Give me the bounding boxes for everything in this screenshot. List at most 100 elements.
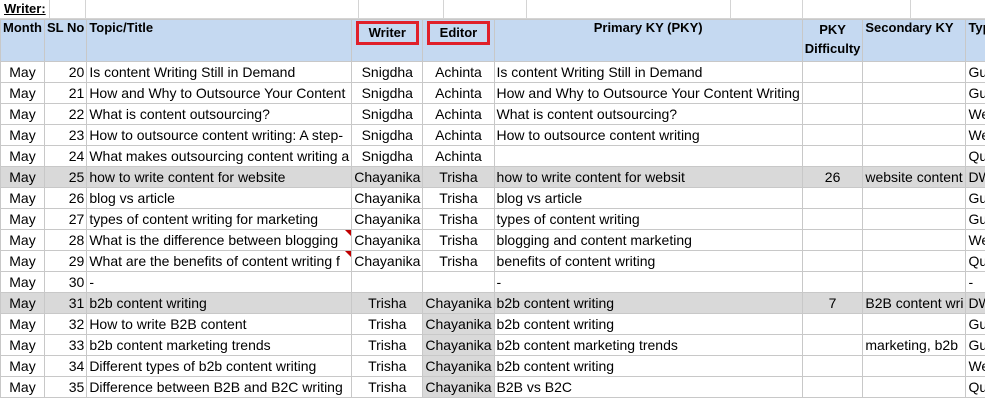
cell-writer[interactable]: Snigdha [351,82,424,104]
header-topic[interactable]: Topic/Title [86,19,353,62]
cell-primary-ky[interactable]: How and Why to Outsource Your Content Wr… [493,82,803,104]
cell-secondary-ky[interactable] [862,82,967,104]
cell-pky-difficulty[interactable] [801,82,864,104]
cell-primary-ky[interactable]: blogging and content marketing [493,229,803,251]
cell-topic[interactable]: b2b content marketing trends [86,334,353,356]
header-writer-cell[interactable]: Writer [351,19,424,62]
cell-sl-no[interactable]: 28 [43,229,88,251]
cell-pky-difficulty[interactable] [801,103,864,125]
header-secondary-ky[interactable]: Secondary KY [862,19,967,62]
cell-type[interactable]: Quora [965,250,985,272]
cell-type[interactable]: Guest Post [965,82,985,104]
cell-primary-ky[interactable] [493,145,803,167]
cell-editor[interactable]: Achinta [422,82,495,104]
cell-pky-difficulty[interactable] [801,376,864,398]
cell-topic[interactable]: What is content outsourcing? [86,103,353,125]
cell-month[interactable]: May [0,103,45,125]
cell-primary-ky[interactable]: b2b content writing [493,355,803,377]
cell-writer[interactable]: Snigdha [351,61,424,83]
cell-month[interactable]: May [0,250,45,272]
cell-type[interactable]: Guest Post [965,187,985,209]
cell-secondary-ky[interactable] [862,376,967,398]
cell-topic[interactable]: How to write B2B content [86,313,353,335]
cell-sl-no[interactable]: 34 [43,355,88,377]
cell-month[interactable]: May [0,355,45,377]
cell-secondary-ky[interactable] [862,208,967,230]
cell-topic[interactable]: blog vs article [86,187,353,209]
cell-sl-no[interactable]: 29 [43,250,88,272]
cell-secondary-ky[interactable] [862,271,967,293]
cell-type[interactable]: Quora [965,145,985,167]
cell-writer[interactable]: Chayanika [351,229,424,251]
header-sl-no[interactable]: SL No [43,19,88,62]
cell-pky-difficulty[interactable] [801,229,864,251]
cell-primary-ky[interactable]: types of content writing [493,208,803,230]
cell-primary-ky[interactable]: b2b content writing [493,292,803,314]
cell-month[interactable]: May [0,292,45,314]
cell-type[interactable]: Guest Post [965,61,985,83]
cell-editor[interactable] [422,271,495,293]
cell-editor[interactable]: Chayanika [422,313,495,335]
cell-writer[interactable]: Trisha [351,292,424,314]
cell-sl-no[interactable]: 32 [43,313,88,335]
cell-month[interactable]: May [0,61,45,83]
cell-sl-no[interactable]: 30 [43,271,88,293]
cell-secondary-ky[interactable] [862,355,967,377]
cell-writer[interactable]: Chayanika [351,250,424,272]
cell-secondary-ky[interactable] [862,103,967,125]
cell-writer[interactable] [351,271,424,293]
cell-month[interactable]: May [0,187,45,209]
header-editor-cell[interactable]: Editor [422,19,495,62]
cell-primary-ky[interactable]: b2b content writing [493,313,803,335]
cell-sl-no[interactable]: 25 [43,166,88,188]
cell-sl-no[interactable]: 23 [43,124,88,146]
cell-topic[interactable]: How to outsource content writing: A step… [86,124,353,146]
cell-writer[interactable]: Snigdha [351,124,424,146]
cell-topic[interactable]: how to write content for website [86,166,353,188]
cell-sl-no[interactable]: 27 [43,208,88,230]
cell-primary-ky[interactable]: b2b content marketing trends [493,334,803,356]
cell-topic[interactable]: What are the benefits of content writing… [86,250,353,272]
cell-sl-no[interactable]: 21 [43,82,88,104]
cell-primary-ky[interactable]: What is content outsourcing? [493,103,803,125]
cell-editor[interactable]: Achinta [422,61,495,83]
cell-writer[interactable]: Trisha [351,355,424,377]
cell-pky-difficulty[interactable] [801,61,864,83]
cell-type[interactable]: Web 2.0 [965,124,985,146]
cell-type[interactable]: Web 2.0 [965,229,985,251]
cell-type[interactable]: Quora [965,376,985,398]
cell-type[interactable]: Guest Post [965,334,985,356]
header-pky-difficulty[interactable]: PKY Difficulty [801,19,864,62]
cell-type[interactable]: Guest Post [965,208,985,230]
cell-writer[interactable]: Snigdha [351,103,424,125]
cell-writer[interactable]: Snigdha [351,145,424,167]
cell-editor[interactable]: Chayanika [422,292,495,314]
cell-secondary-ky[interactable] [862,124,967,146]
cell-primary-ky[interactable]: How to outsource content writing [493,124,803,146]
cell-sl-no[interactable]: 35 [43,376,88,398]
cell-topic[interactable]: What is the difference between blogging [86,229,353,251]
cell-pky-difficulty[interactable] [801,313,864,335]
cell-pky-difficulty[interactable] [801,334,864,356]
cell-month[interactable]: May [0,82,45,104]
cell-editor[interactable]: Trisha [422,229,495,251]
cell-primary-ky[interactable]: B2B vs B2C [493,376,803,398]
cell-month[interactable]: May [0,124,45,146]
cell-sl-no[interactable]: 24 [43,145,88,167]
cell-topic[interactable]: Different types of b2b content writing [86,355,353,377]
cell-month[interactable]: May [0,145,45,167]
cell-secondary-ky[interactable] [862,145,967,167]
cell-pky-difficulty[interactable] [801,271,864,293]
cell-topic[interactable]: types of content writing for marketing [86,208,353,230]
cell-type[interactable]: Web 2.0 [965,355,985,377]
header-primary-ky[interactable]: Primary KY (PKY) [493,19,803,62]
cell-sl-no[interactable]: 33 [43,334,88,356]
cell-primary-ky[interactable]: - [493,271,803,293]
cell-secondary-ky[interactable] [862,313,967,335]
cell-primary-ky[interactable]: blog vs article [493,187,803,209]
cell-primary-ky[interactable]: how to write content for websit [493,166,803,188]
cell-month[interactable]: May [0,271,45,293]
cell-editor[interactable]: Achinta [422,103,495,125]
cell-topic[interactable]: What makes outsourcing content writing a [86,145,353,167]
cell-writer[interactable]: Chayanika [351,187,424,209]
